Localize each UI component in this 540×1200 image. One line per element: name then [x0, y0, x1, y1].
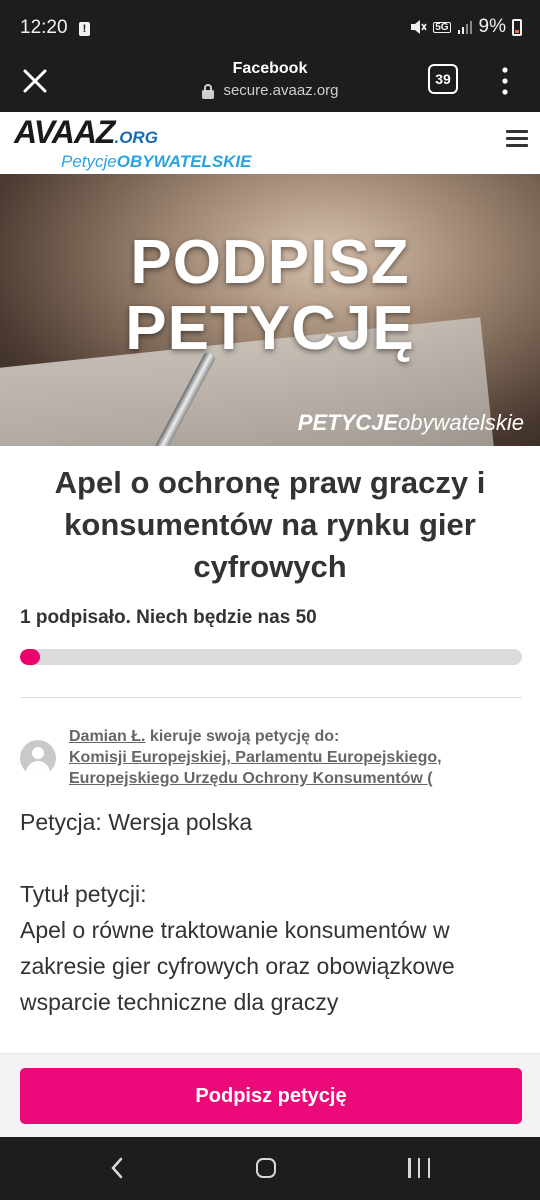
petition-title: Apel o ochronę praw graczy i konsumentów… — [54, 465, 486, 584]
recipients-link-1[interactable]: Komisji Europejskiej, Parlamentu Europej… — [69, 749, 442, 766]
sticky-cta-bar: Podpisz petycję — [0, 1053, 540, 1138]
url-text: secure.avaaz.org — [223, 82, 339, 99]
hamburger-menu-icon[interactable] — [506, 130, 528, 148]
signal-icon — [457, 21, 472, 34]
status-bar: 12:20 ! 5G 9% — [0, 0, 540, 56]
signature-progress-text: 1 podpisało. Niech będzie nas 50 — [20, 607, 317, 628]
mute-icon — [411, 20, 427, 34]
logo-subtitle: PetycjeOBYWATELSKIE — [61, 152, 252, 171]
recent-apps-icon[interactable] — [408, 1158, 430, 1178]
body-heading: Tytuł petycji: — [20, 881, 147, 907]
site-header: AVAAZ.ORG PetycjeOBYWATELSKIE — [0, 112, 540, 174]
logo-main: AVAAZ.ORG — [14, 114, 158, 150]
avatar — [20, 740, 56, 776]
author-link[interactable]: Damian Ł. — [69, 728, 145, 745]
browser-url[interactable]: secure.avaaz.org — [0, 82, 540, 103]
author-text: Damian Ł. kieruje swoją petycję do: Komi… — [69, 728, 442, 787]
status-time: 12:20 — [20, 17, 68, 38]
back-icon[interactable] — [108, 1157, 126, 1179]
body-version: Petycja: Wersja polska — [20, 809, 253, 835]
battery-icon — [512, 18, 522, 36]
petition-body: Petycja: Wersja polska Tytuł petycji: Ap… — [20, 804, 520, 1020]
tabs-count-button[interactable]: 39 — [428, 64, 458, 94]
network-type: 5G — [433, 21, 451, 33]
avaaz-logo[interactable]: AVAAZ.ORG PetycjeOBYWATELSKIE — [14, 114, 252, 172]
alert-icon: ! — [79, 22, 90, 36]
progress-fill — [20, 649, 41, 665]
home-icon[interactable] — [256, 1158, 276, 1178]
divider — [20, 697, 522, 698]
recipients-link-2[interactable]: Europejskiego Urzędu Ochrony Konsumentów… — [69, 770, 433, 787]
browser-title: Facebook — [232, 60, 308, 77]
sign-petition-button[interactable]: Podpisz petycję — [20, 1068, 522, 1124]
hero-title: PODPISZ PETYCJĘ — [125, 228, 415, 363]
status-icons: 5G 9% — [409, 16, 522, 38]
hero-brand: PETYCJEobywatelskie — [297, 410, 524, 435]
body-text: Apel o równe traktowanie konsumentów w z… — [20, 917, 455, 1015]
system-nav-bar — [0, 1137, 540, 1200]
more-options-icon[interactable] — [500, 66, 510, 96]
browser-toolbar: Facebook secure.avaaz.org 39 — [0, 56, 540, 112]
battery-percent: 9% — [478, 16, 506, 37]
hero-banner: PODPISZ PETYCJĘ PETYCJEobywatelskie — [0, 174, 540, 446]
lock-icon — [202, 83, 215, 99]
signature-progress-bar — [20, 649, 522, 665]
